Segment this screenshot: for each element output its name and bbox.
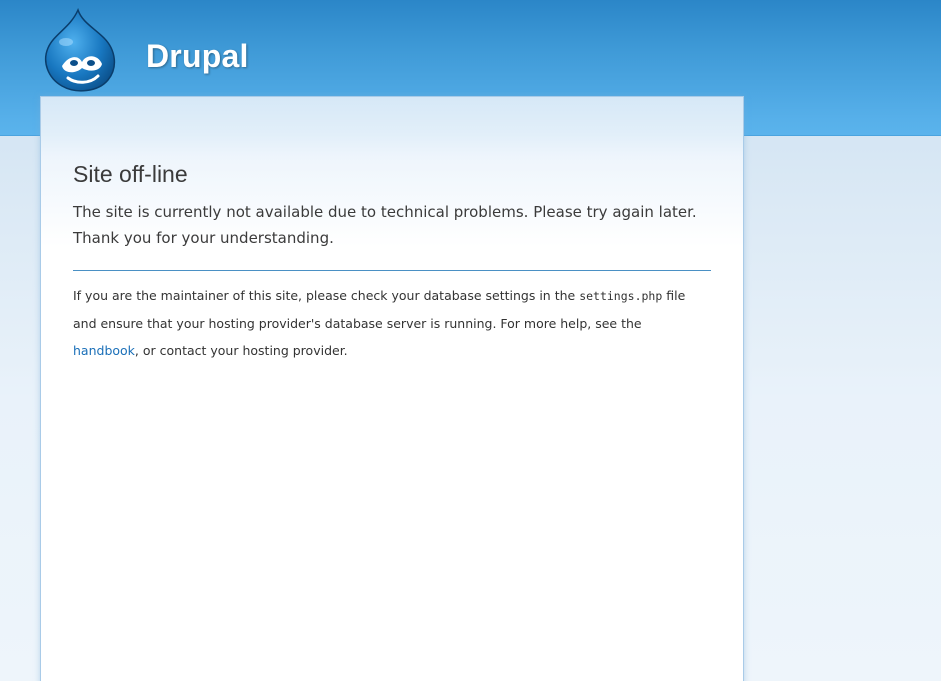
settings-file-name: settings.php	[579, 289, 663, 303]
page-title: Site off-line	[73, 161, 188, 187]
site-name[interactable]: Drupal	[146, 38, 249, 75]
offline-message-line1: The site is currently not available due …	[73, 203, 697, 221]
handbook-link[interactable]: handbook	[73, 343, 135, 358]
help-text-part1: If you are the maintainer of this site, …	[73, 288, 580, 303]
offline-message: The site is currently not available due …	[73, 199, 711, 251]
help-text-part3: , or contact your hosting provider.	[134, 343, 348, 358]
content-inner: Site off-line The site is currently not …	[73, 159, 711, 364]
help-text: If you are the maintainer of this site, …	[73, 282, 711, 364]
divider	[73, 270, 711, 271]
offline-message-line2: Thank you for your understanding.	[73, 229, 334, 247]
content-box: Site off-line The site is currently not …	[40, 96, 744, 681]
drupal-drop-logo-icon	[42, 7, 120, 94]
